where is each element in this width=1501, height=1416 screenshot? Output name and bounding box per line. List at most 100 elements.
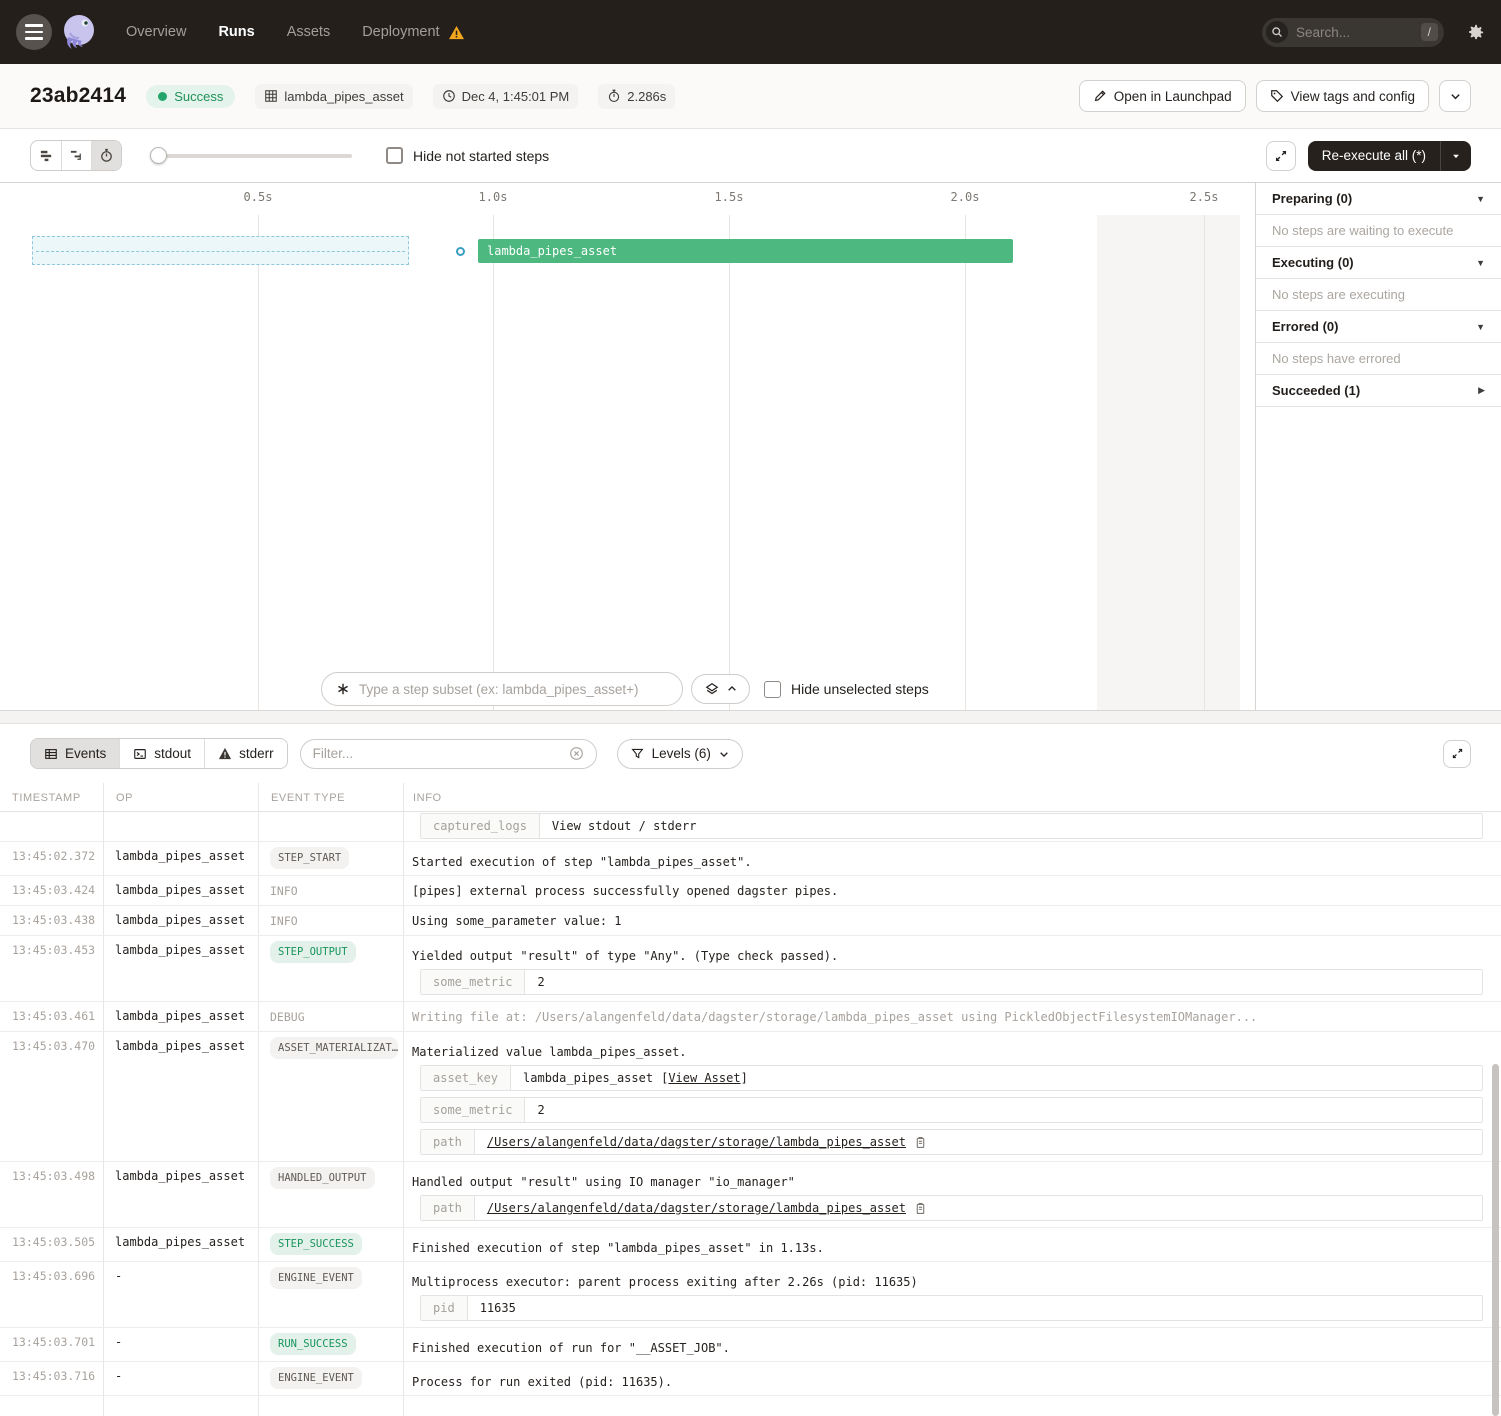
event-info: Materialized value lambda_pipes_asset.as… (404, 1032, 1501, 1161)
nav-item-overview[interactable]: Overview (126, 24, 186, 40)
clock-icon (442, 89, 456, 103)
event-timestamp: 13:45:03.716 (0, 1362, 104, 1395)
hamburger-menu-button[interactable] (16, 14, 52, 50)
step-subset-input[interactable] (321, 672, 683, 706)
metadata-row: asset_keylambda_pipes_asset[View Asset] (420, 1065, 1483, 1091)
top-nav: Overview Runs Assets Deployment Search... / (0, 0, 1501, 64)
event-info-text: Multiprocess executor: parent process ex… (412, 1267, 1483, 1289)
event-op: lambda_pipes_asset (104, 1228, 259, 1261)
event-type: RUN_SUCCESS (259, 1328, 404, 1361)
copy-icon[interactable] (914, 1202, 927, 1215)
funnel-icon (631, 747, 644, 760)
nav-item-deployment[interactable]: Deployment (362, 24, 464, 40)
panel-section-executing[interactable]: Executing (0)▼ (1256, 247, 1501, 279)
clear-filter-icon[interactable] (569, 746, 584, 761)
tab-stdout[interactable]: stdout (119, 739, 204, 768)
metadata-value: /Users/alangenfeld/data/dagster/storage/… (475, 1130, 939, 1154)
event-type: STEP_SUCCESS (259, 1228, 404, 1261)
panel-resize-divider[interactable] (0, 710, 1501, 724)
table-icon (44, 747, 58, 761)
panel-section-preparing[interactable]: Preparing (0)▼ (1256, 183, 1501, 215)
event-type-label: INFO (270, 881, 298, 898)
event-type-label: INFO (270, 911, 298, 928)
nav-item-assets[interactable]: Assets (287, 24, 331, 40)
dagster-run-page: Overview Runs Assets Deployment Search... /… (0, 0, 1501, 1416)
run-tag[interactable]: lambda_pipes_asset (255, 84, 412, 109)
event-row: 13:45:03.696-ENGINE_EVENTMultiprocess ex… (0, 1262, 1501, 1328)
view-mode-timed-icon[interactable] (91, 141, 121, 170)
event-timestamp: 13:45:03.498 (0, 1162, 104, 1227)
reexecute-caret[interactable] (1440, 141, 1471, 171)
run-actions-caret-button[interactable] (1439, 80, 1471, 112)
event-op: lambda_pipes_asset (104, 906, 259, 935)
metadata-key: some_metric (421, 970, 525, 994)
reexecute-all-button[interactable]: Re-execute all (*) (1308, 141, 1471, 171)
events-toolbar: Events stdoutstderr Levels (6) (0, 724, 1501, 783)
graph-options-button[interactable] (691, 674, 750, 704)
axis-tick-label: 1.5s (715, 190, 744, 204)
search-input[interactable]: Search... / (1262, 18, 1444, 47)
levels-filter-dropdown[interactable]: Levels (6) (617, 739, 743, 769)
event-type-badge: STEP_START (270, 847, 349, 869)
hide-not-started-label: Hide not started steps (413, 148, 549, 164)
slider-thumb[interactable] (150, 147, 167, 164)
events-table-body: captured_logsView stdout / stderr13:45:0… (0, 812, 1501, 1416)
settings-gear-icon[interactable] (1466, 23, 1485, 42)
filter-input[interactable] (300, 739, 597, 769)
panel-section-succeeded[interactable]: Succeeded (1)▶ (1256, 375, 1501, 407)
event-info: [pipes] external process successfully op… (404, 876, 1501, 905)
event-timestamp (0, 812, 104, 841)
column-header-op: OP (104, 783, 259, 811)
metadata-key: asset_key (421, 1066, 511, 1090)
open-in-launchpad-button[interactable]: Open in Launchpad (1079, 80, 1246, 112)
view-mode-flat-icon[interactable] (31, 141, 61, 170)
run-tag[interactable]: 2.286s (598, 84, 675, 109)
metadata-path-link[interactable]: /Users/alangenfeld/data/dagster/storage/… (487, 1201, 906, 1215)
nav-links: Overview Runs Assets Deployment (126, 24, 465, 40)
filter-text-input[interactable] (313, 746, 569, 761)
step-subset-text-input[interactable] (359, 682, 668, 697)
hide-unselected-checkbox[interactable] (764, 681, 781, 698)
event-type: ENGINE_EVENT (259, 1262, 404, 1327)
view-asset-link-wrap: [View Asset] (661, 1071, 748, 1085)
event-info: Yielded output "result" of type "Any". (… (404, 936, 1501, 1001)
view-tags-config-button[interactable]: View tags and config (1256, 80, 1429, 112)
tab-events[interactable]: Events (31, 739, 119, 768)
tab-label: Events (65, 746, 106, 761)
panel-section-errored[interactable]: Errored (0)▼ (1256, 311, 1501, 343)
axis-tick-label: 0.5s (244, 190, 273, 204)
copy-icon[interactable] (914, 1136, 927, 1149)
event-info-text: [pipes] external process successfully op… (412, 881, 1483, 898)
hide-not-started-checkbox[interactable] (386, 147, 403, 164)
view-asset-link[interactable]: View Asset (668, 1071, 740, 1085)
gantt-toolbar: Hide not started steps Re-execute all (*… (0, 129, 1501, 183)
metadata-value: 2 (525, 970, 556, 994)
event-row: 13:45:03.701-RUN_SUCCESSFinished executi… (0, 1328, 1501, 1362)
tab-stderr[interactable]: stderr (204, 739, 287, 768)
event-info: Finished execution of run for "__ASSET_J… (404, 1328, 1501, 1361)
terminal-icon (133, 747, 147, 761)
gantt-fullscreen-button[interactable] (1266, 141, 1296, 171)
metadata-value-text: 2 (537, 1103, 544, 1117)
nav-item-label: Runs (218, 24, 254, 40)
gantt-zoom-slider[interactable] (150, 147, 352, 164)
nav-item-runs[interactable]: Runs (218, 24, 254, 40)
run-header: 23ab2414 Success lambda_pipes_assetDec 4… (0, 64, 1501, 129)
dagster-logo-icon[interactable] (58, 11, 100, 53)
caret-up-icon (727, 684, 737, 694)
event-type: HANDLED_OUTPUT (259, 1162, 404, 1227)
search-placeholder: Search... (1296, 25, 1421, 40)
metadata-value: 11635 (468, 1296, 528, 1320)
hide-unselected-label: Hide unselected steps (791, 681, 929, 697)
search-shortcut-key: / (1421, 23, 1438, 41)
panel-section-title: Succeeded (1) (1272, 383, 1360, 398)
gantt-step-bar[interactable]: lambda_pipes_asset (478, 239, 1013, 263)
events-fullscreen-button[interactable] (1443, 740, 1471, 768)
column-header-timestamp: TIMESTAMP (0, 783, 104, 811)
events-scrollbar[interactable] (1492, 1064, 1499, 1416)
timer-icon (607, 89, 621, 103)
event-info-text: Yielded output "result" of type "Any". (… (412, 941, 1483, 963)
run-tag[interactable]: Dec 4, 1:45:01 PM (433, 84, 579, 109)
view-mode-waterfall-icon[interactable] (61, 141, 91, 170)
metadata-path-link[interactable]: /Users/alangenfeld/data/dagster/storage/… (487, 1135, 906, 1149)
